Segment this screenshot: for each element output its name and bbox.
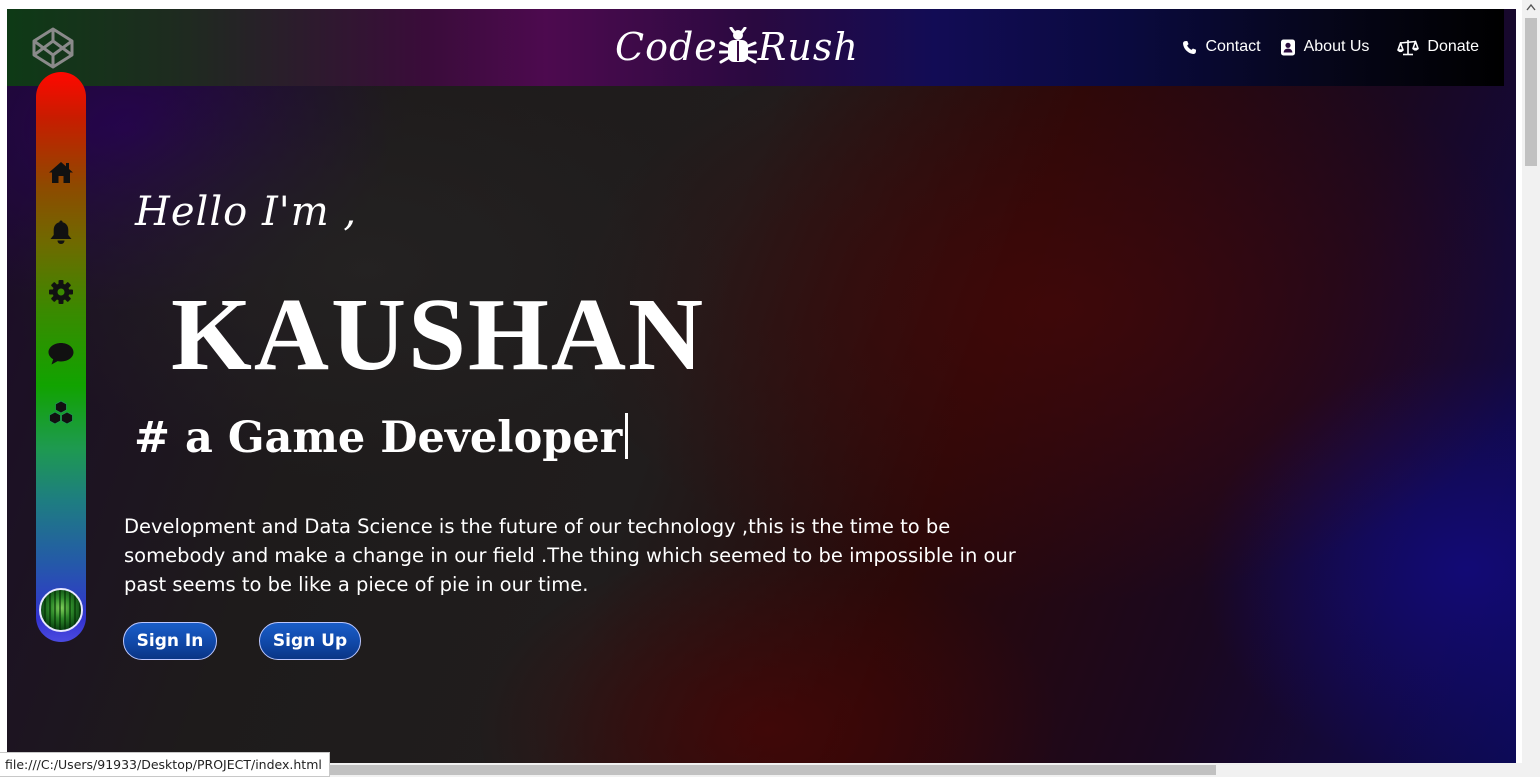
nav-donate-label: Donate [1427,38,1479,55]
horizontal-scroll-thumb[interactable] [318,765,1216,775]
nav-contact-label: Contact [1205,38,1261,55]
bell-icon[interactable] [47,218,75,246]
nav-link-donate[interactable]: Donate [1397,38,1479,56]
nav-links: Contact About Us Donate [1182,38,1479,56]
home-icon[interactable] [47,158,75,186]
gear-icon[interactable] [47,278,75,306]
contact-card-icon [1280,39,1295,55]
brand-text-right: Rush [757,25,859,69]
vertical-scroll-thumb[interactable] [1525,18,1537,166]
chat-icon[interactable] [47,339,75,367]
scroll-up-arrow-icon[interactable] [1526,3,1536,11]
codepen-logo-icon[interactable] [31,26,75,70]
hero-description: Development and Data Science is the futu… [124,515,1016,596]
hero-greeting: Hello I'm , [135,189,358,235]
typing-cursor [625,413,629,459]
hero-role: # a Game Developer [134,413,623,463]
sign-in-button[interactable]: Sign In [123,622,217,660]
phone-icon [1183,40,1197,54]
hero-role-line: # a Game Developer [134,413,629,465]
nav-link-about-us[interactable]: About Us [1280,38,1370,56]
brand-logo[interactable]: Code Rush [615,21,859,73]
bug-icon [718,27,757,64]
sign-up-button[interactable]: Sign Up [259,622,361,660]
sidebar [36,72,86,642]
page-viewport: Code Rush Contact About Us Donate Hello … [7,9,1516,763]
brand-text-left: Code [615,25,718,69]
navbar: Code Rush Contact About Us Donate [7,9,1504,86]
nav-about-us-label: About Us [1303,38,1370,55]
status-bar-url: file:///C:/Users/91933/Desktop/PROJECT/i… [0,752,330,777]
vertical-scrollbar[interactable] [1522,0,1540,763]
user-avatar[interactable] [39,588,83,632]
cubes-icon[interactable] [47,399,75,427]
scale-icon [1397,39,1420,55]
hero-name: KAUSHAN [171,277,706,392]
nav-link-contact[interactable]: Contact [1182,38,1261,56]
